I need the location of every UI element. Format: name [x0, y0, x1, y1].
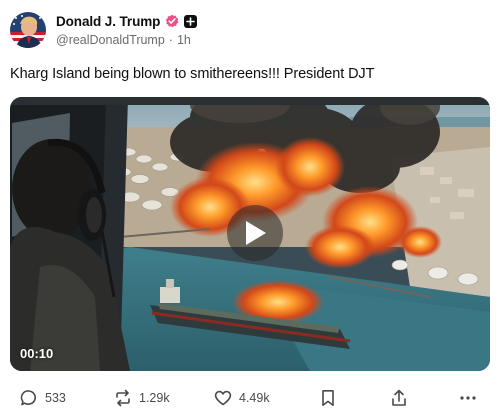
author-name-row: Donald J. Trump — [56, 12, 198, 30]
post-action-bar: 533 1.29k 4.49k — [0, 385, 500, 411]
plus-icon[interactable] — [184, 14, 198, 28]
meta-separator: · — [168, 33, 173, 47]
author-handle[interactable]: @realDonaldTrump — [56, 33, 165, 47]
avatar-image — [10, 12, 46, 48]
comment-icon — [20, 390, 37, 406]
more-options-button[interactable] — [458, 385, 478, 411]
repost-icon — [116, 389, 130, 407]
share-button[interactable] — [390, 385, 408, 411]
reply-count: 533 — [45, 391, 66, 405]
verified-badge-icon — [165, 14, 179, 28]
retruth-button[interactable]: 1.29k — [114, 385, 170, 411]
author-avatar[interactable] — [10, 12, 46, 48]
author-display-name[interactable]: Donald J. Trump — [56, 14, 160, 29]
post-timestamp[interactable]: 1h — [177, 33, 191, 47]
retruth-count: 1.29k — [139, 391, 170, 405]
like-button[interactable]: 4.49k — [214, 385, 270, 411]
heart-icon — [214, 390, 232, 406]
more-icon — [460, 396, 476, 400]
truth-post: Donald J. Trump @realDonaldTrump · 1h Kh… — [0, 0, 500, 418]
bookmark-icon — [322, 390, 334, 406]
play-icon — [246, 221, 266, 245]
share-icon — [392, 389, 406, 406]
author-meta: @realDonaldTrump · 1h — [56, 33, 191, 47]
post-text: Kharg Island being blown to smithereens!… — [10, 66, 375, 82]
video-duration: 00:10 — [20, 346, 54, 361]
video-player[interactable]: 00:10 — [10, 97, 490, 371]
like-count: 4.49k — [239, 391, 270, 405]
reply-button[interactable]: 533 — [20, 385, 66, 411]
play-button[interactable] — [227, 205, 283, 261]
bookmark-button[interactable] — [320, 385, 336, 411]
